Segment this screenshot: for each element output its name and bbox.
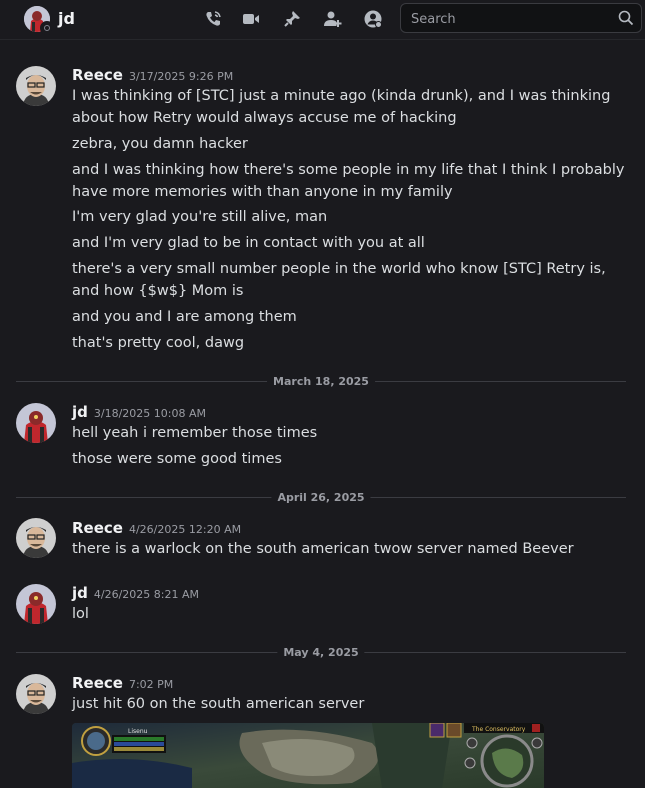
- search-icon[interactable]: [617, 9, 635, 27]
- message-header: Reece 4/26/2025 12:20 AM: [72, 518, 241, 537]
- message-header: jd 4/26/2025 8:21 AM: [72, 583, 199, 602]
- game-screenshot: Lisenu The Conservatory: [72, 723, 544, 788]
- timestamp: 3/17/2025 9:26 PM: [128, 70, 234, 83]
- user-profile-icon[interactable]: [363, 9, 383, 29]
- timestamp: 3/18/2025 10:08 AM: [93, 407, 207, 420]
- author-name[interactable]: Reece: [72, 519, 123, 537]
- message-line: lol: [72, 606, 89, 622]
- author-name[interactable]: Reece: [72, 674, 123, 692]
- message-line: and you and I are among them: [72, 309, 297, 325]
- message-header: jd 3/18/2025 10:08 AM: [72, 402, 206, 421]
- timestamp: 4/26/2025 12:20 AM: [128, 523, 242, 536]
- message-line: and I was thinking how there's some peop…: [72, 162, 625, 200]
- search-box[interactable]: [400, 3, 642, 33]
- timestamp: 7:02 PM: [128, 678, 174, 691]
- message-line: there's a very small number people in th…: [72, 261, 606, 299]
- message-line: that's pretty cool, dawg: [72, 335, 245, 351]
- avatar[interactable]: [16, 518, 56, 558]
- message-line: just hit 60 on the south american server: [72, 696, 365, 712]
- message-line: I'm very glad you're still alive, man: [72, 209, 328, 225]
- image-attachment[interactable]: Lisenu The Conservatory: [72, 723, 544, 788]
- channel-header: jd: [0, 0, 645, 40]
- search-input[interactable]: [409, 9, 613, 29]
- message-line: those were some good times: [72, 451, 282, 467]
- author-name[interactable]: jd: [72, 403, 88, 421]
- date-divider-label: May 4, 2025: [277, 646, 365, 659]
- avatar[interactable]: [16, 66, 56, 106]
- author-name[interactable]: Reece: [72, 66, 123, 84]
- message-line: hell yeah i remember those times: [72, 425, 318, 441]
- pin-icon[interactable]: [282, 9, 302, 29]
- add-friend-icon[interactable]: [322, 9, 342, 29]
- avatar[interactable]: [16, 584, 56, 624]
- phone-icon[interactable]: [203, 9, 223, 29]
- video-icon[interactable]: [241, 9, 261, 29]
- message-header: Reece 3/17/2025 9:26 PM: [72, 65, 233, 84]
- offline-status-icon: [40, 21, 54, 35]
- avatar[interactable]: [16, 403, 56, 443]
- channel-title: jd: [58, 9, 75, 28]
- date-divider-label: April 26, 2025: [271, 491, 371, 504]
- author-name[interactable]: jd: [72, 584, 88, 602]
- message-line: and I'm very glad to be in contact with …: [72, 235, 425, 251]
- date-divider-label: March 18, 2025: [267, 375, 375, 388]
- message-line: there is a warlock on the south american…: [72, 541, 574, 557]
- message-header: Reece 7:02 PM: [72, 673, 173, 692]
- avatar[interactable]: [16, 674, 56, 714]
- timestamp: 4/26/2025 8:21 AM: [93, 588, 200, 601]
- hud-player-name: Lisenu: [128, 728, 148, 735]
- message-line: I was thinking of [STC] just a minute ag…: [72, 88, 611, 126]
- message-line: zebra, you damn hacker: [72, 136, 248, 152]
- hud-zone-name: The Conservatory: [471, 726, 526, 733]
